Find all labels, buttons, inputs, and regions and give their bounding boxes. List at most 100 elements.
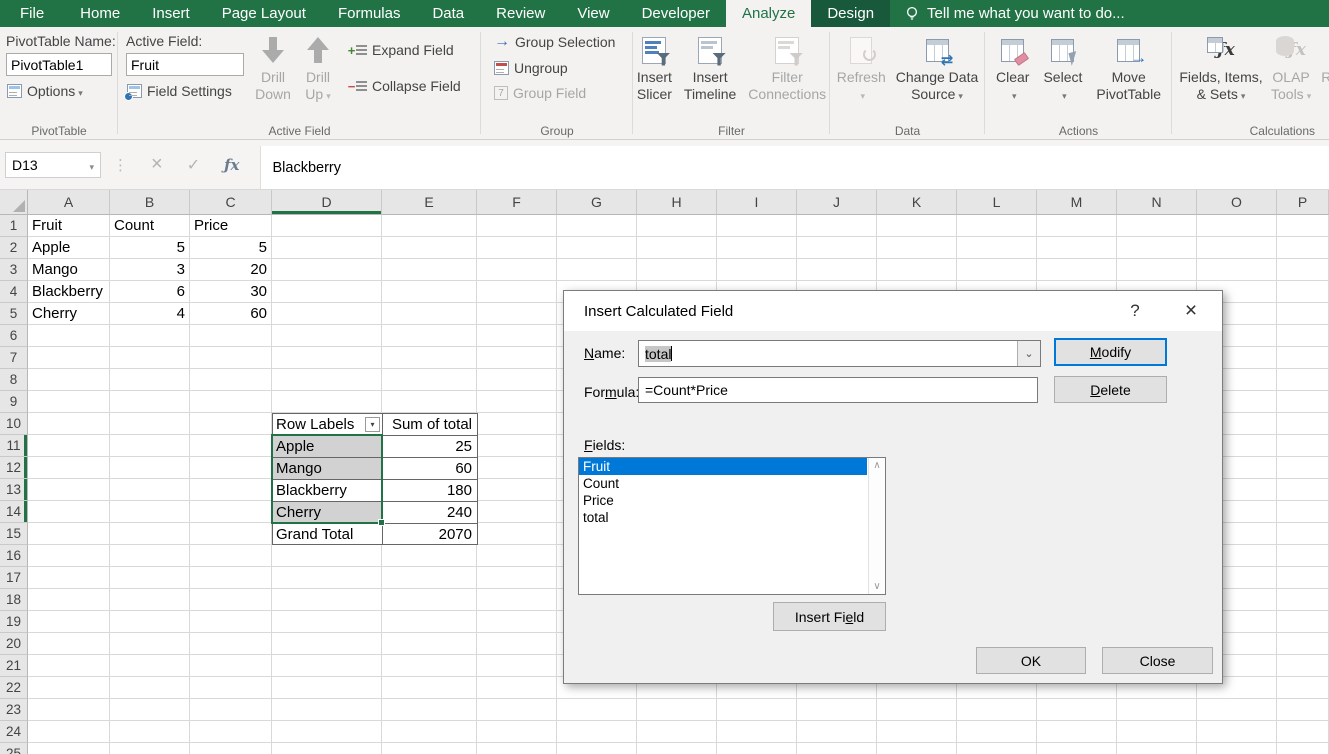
row-header-2[interactable]: 2 — [0, 237, 28, 259]
cell-I2[interactable] — [717, 237, 797, 259]
cell-O23[interactable] — [1197, 699, 1277, 721]
tab-design[interactable]: Design — [811, 0, 890, 27]
cell-A15[interactable] — [28, 523, 110, 545]
cell-E2[interactable] — [382, 237, 477, 259]
cell-O2[interactable] — [1197, 237, 1277, 259]
cell-D20[interactable] — [272, 633, 382, 655]
cell-M24[interactable] — [1037, 721, 1117, 743]
fields-scrollbar[interactable] — [868, 458, 885, 594]
cell-F17[interactable] — [477, 567, 557, 589]
cell-J3[interactable] — [797, 259, 877, 281]
tab-review[interactable]: Review — [480, 0, 561, 27]
cell-D23[interactable] — [272, 699, 382, 721]
pivot-value[interactable]: 2070 — [382, 523, 478, 545]
tab-formulas[interactable]: Formulas — [322, 0, 417, 27]
insert-field-button[interactable]: Insert Field — [773, 602, 886, 631]
cell-D4[interactable] — [272, 281, 382, 303]
row-header-8[interactable]: 8 — [0, 369, 28, 391]
name-combobox[interactable]: total — [638, 340, 1041, 367]
pivot-label-blackberry[interactable]: Blackberry — [272, 479, 382, 501]
cell-O3[interactable] — [1197, 259, 1277, 281]
pivot-label-row-labels[interactable]: Row Labels — [272, 413, 382, 435]
cell-B23[interactable] — [110, 699, 190, 721]
pivottable-name-input[interactable] — [6, 53, 112, 76]
cell-C3[interactable]: 20 — [190, 259, 272, 281]
cell-B18[interactable] — [110, 589, 190, 611]
cell-A11[interactable] — [28, 435, 110, 457]
col-header-G[interactable]: G — [557, 190, 637, 215]
cell-E25[interactable] — [382, 743, 477, 754]
cell-N3[interactable] — [1117, 259, 1197, 281]
tab-home[interactable]: Home — [64, 0, 136, 27]
formula-field[interactable]: =Count*Price — [638, 377, 1038, 403]
cell-C17[interactable] — [190, 567, 272, 589]
cell-E22[interactable] — [382, 677, 477, 699]
cell-F20[interactable] — [477, 633, 557, 655]
cell-D6[interactable] — [272, 325, 382, 347]
cell-C20[interactable] — [190, 633, 272, 655]
row-header-10[interactable]: 10 — [0, 413, 28, 435]
cell-P25[interactable] — [1277, 743, 1329, 754]
cell-C22[interactable] — [190, 677, 272, 699]
ok-button[interactable]: OK — [976, 647, 1086, 674]
col-header-N[interactable]: N — [1117, 190, 1197, 215]
cell-D24[interactable] — [272, 721, 382, 743]
cell-P10[interactable] — [1277, 413, 1329, 435]
formula-input[interactable]: Blackberry — [260, 146, 1329, 189]
cell-P19[interactable] — [1277, 611, 1329, 633]
cell-P13[interactable] — [1277, 479, 1329, 501]
cell-A4[interactable]: Blackberry — [28, 281, 110, 303]
options-button[interactable]: Options — [2, 80, 116, 102]
row-header-15[interactable]: 15 — [0, 523, 28, 545]
cell-I24[interactable] — [717, 721, 797, 743]
cell-F9[interactable] — [477, 391, 557, 413]
tab-analyze[interactable]: Analyze — [726, 0, 811, 27]
cell-F6[interactable] — [477, 325, 557, 347]
cell-E16[interactable] — [382, 545, 477, 567]
tab-file[interactable]: File — [0, 0, 64, 27]
cell-P17[interactable] — [1277, 567, 1329, 589]
col-header-F[interactable]: F — [477, 190, 557, 215]
cell-P23[interactable] — [1277, 699, 1329, 721]
group-selection-button[interactable]: → Group Selection — [489, 30, 631, 54]
scroll-down-icon[interactable] — [869, 581, 885, 592]
cell-E4[interactable] — [382, 281, 477, 303]
cell-A14[interactable] — [28, 501, 110, 523]
cell-F2[interactable] — [477, 237, 557, 259]
cell-C2[interactable]: 5 — [190, 237, 272, 259]
cell-C21[interactable] — [190, 655, 272, 677]
modify-button[interactable]: Modify — [1054, 338, 1167, 366]
cell-C16[interactable] — [190, 545, 272, 567]
select-all-corner[interactable] — [0, 190, 28, 215]
cell-E3[interactable] — [382, 259, 477, 281]
cell-D21[interactable] — [272, 655, 382, 677]
row-header-13[interactable]: 13 — [0, 479, 28, 501]
insert-function-icon[interactable] — [224, 156, 239, 174]
cell-B2[interactable]: 5 — [110, 237, 190, 259]
cell-B15[interactable] — [110, 523, 190, 545]
cell-A16[interactable] — [28, 545, 110, 567]
cell-C6[interactable] — [190, 325, 272, 347]
tab-data[interactable]: Data — [416, 0, 480, 27]
cell-A1[interactable]: Fruit — [28, 215, 110, 237]
active-field-input[interactable] — [126, 53, 244, 76]
col-header-L[interactable]: L — [957, 190, 1037, 215]
cell-A13[interactable] — [28, 479, 110, 501]
cell-D19[interactable] — [272, 611, 382, 633]
cell-A2[interactable]: Apple — [28, 237, 110, 259]
cell-G1[interactable] — [557, 215, 637, 237]
fill-handle[interactable] — [378, 519, 385, 526]
cell-L23[interactable] — [957, 699, 1037, 721]
cell-M25[interactable] — [1037, 743, 1117, 754]
dialog-title-bar[interactable]: Insert Calculated Field — [564, 291, 1222, 331]
cell-A3[interactable]: Mango — [28, 259, 110, 281]
cell-D8[interactable] — [272, 369, 382, 391]
pivot-value[interactable]: 25 — [382, 435, 478, 457]
row-header-12[interactable]: 12 — [0, 457, 28, 479]
cell-B7[interactable] — [110, 347, 190, 369]
cell-A23[interactable] — [28, 699, 110, 721]
name-dropdown-icon[interactable] — [1017, 341, 1040, 366]
cell-I25[interactable] — [717, 743, 797, 754]
cell-C24[interactable] — [190, 721, 272, 743]
cell-D16[interactable] — [272, 545, 382, 567]
